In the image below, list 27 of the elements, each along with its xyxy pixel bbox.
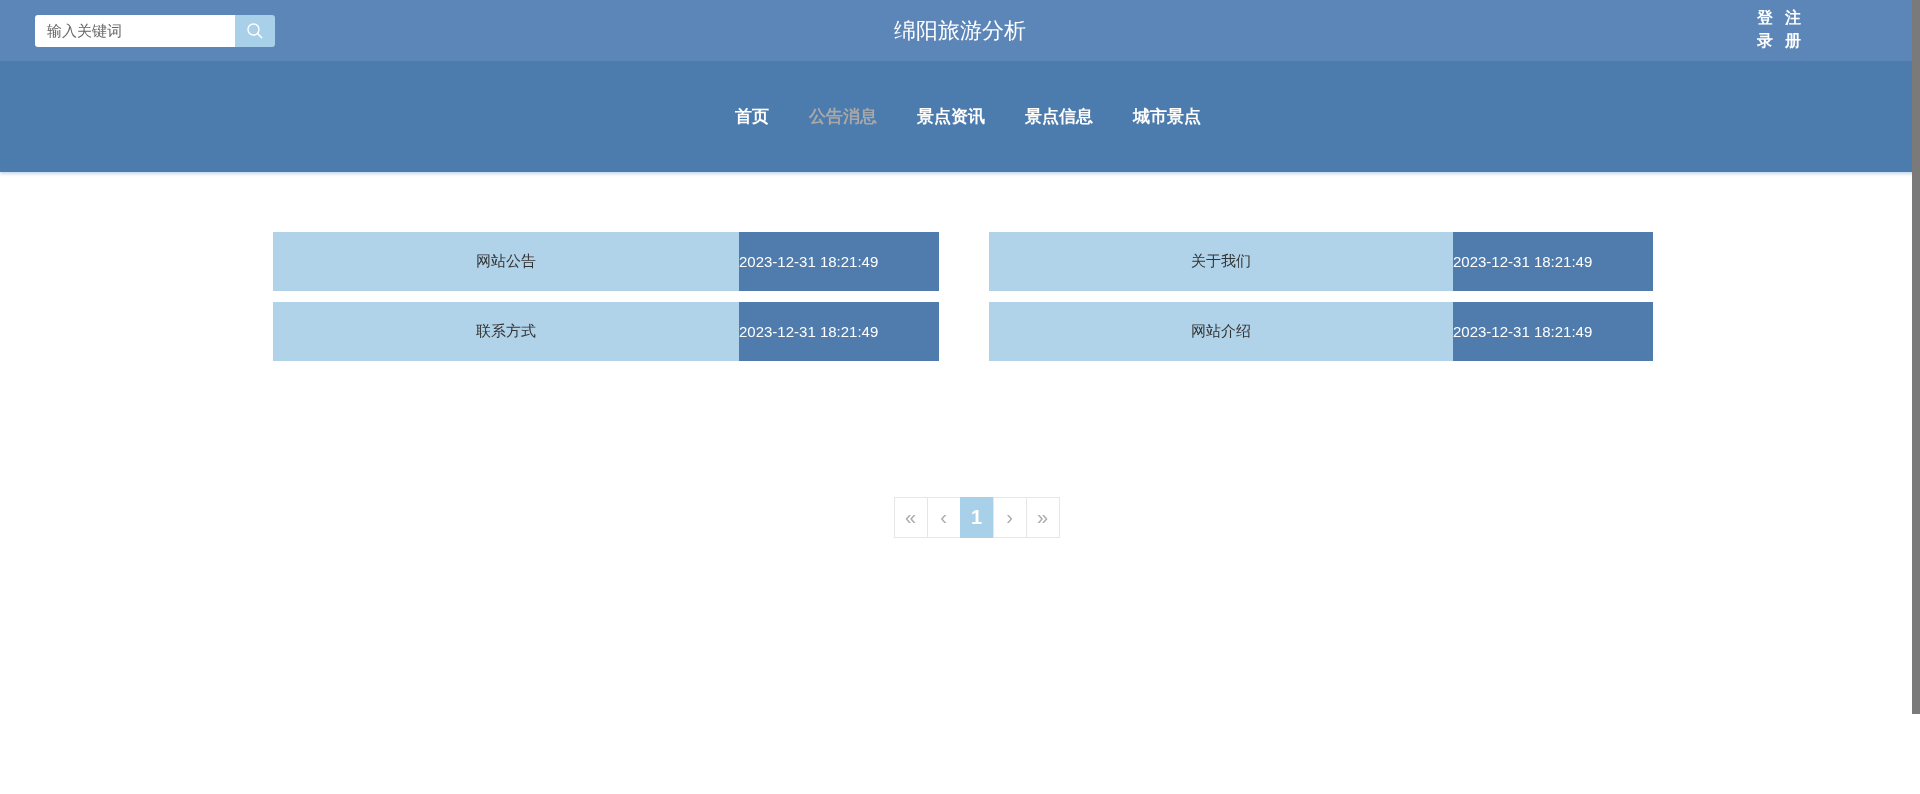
page-link[interactable]: «	[893, 497, 928, 538]
notice-title: 网站公告	[475, 251, 537, 271]
page-link[interactable]: ›	[992, 497, 1027, 538]
scrollbar[interactable]	[1912, 0, 1920, 714]
page-link[interactable]: ‹	[926, 497, 961, 538]
notice-card[interactable]: 网站公告 2023-12-31 18:21:49	[273, 232, 939, 291]
register-link[interactable]: 注册	[1785, 6, 1801, 53]
notice-title: 联系方式	[475, 321, 537, 341]
nav-link[interactable]: 首页	[735, 105, 769, 128]
nav-link[interactable]: 城市景点	[1133, 105, 1201, 128]
search-icon	[246, 21, 264, 40]
nav-link[interactable]: 景点资讯	[917, 105, 985, 128]
notice-card[interactable]: 联系方式 2023-12-31 18:21:49	[273, 302, 939, 361]
notice-time: 2023-12-31 18:21:49	[739, 302, 939, 361]
search-field[interactable]: 输入关键词	[35, 14, 235, 47]
notice-card[interactable]: 关于我们 2023-12-31 18:21:49	[989, 232, 1653, 291]
login-link[interactable]: 登录	[1757, 6, 1773, 53]
nav-link[interactable]: 景点信息	[1025, 105, 1093, 128]
notice-title: 关于我们	[1190, 251, 1252, 271]
page-link[interactable]: »	[1025, 497, 1060, 538]
notice-title: 网站介绍	[1190, 321, 1252, 341]
notice-card[interactable]: 网站介绍 2023-12-31 18:21:49	[989, 302, 1653, 361]
search-button[interactable]	[235, 14, 275, 47]
notice-time: 2023-12-31 18:21:49	[739, 232, 939, 291]
site-title: 绵阳旅游分析	[894, 16, 1026, 45]
notice-time: 2023-12-31 18:21:49	[1453, 302, 1653, 361]
notice-time: 2023-12-31 18:21:49	[1453, 232, 1653, 291]
